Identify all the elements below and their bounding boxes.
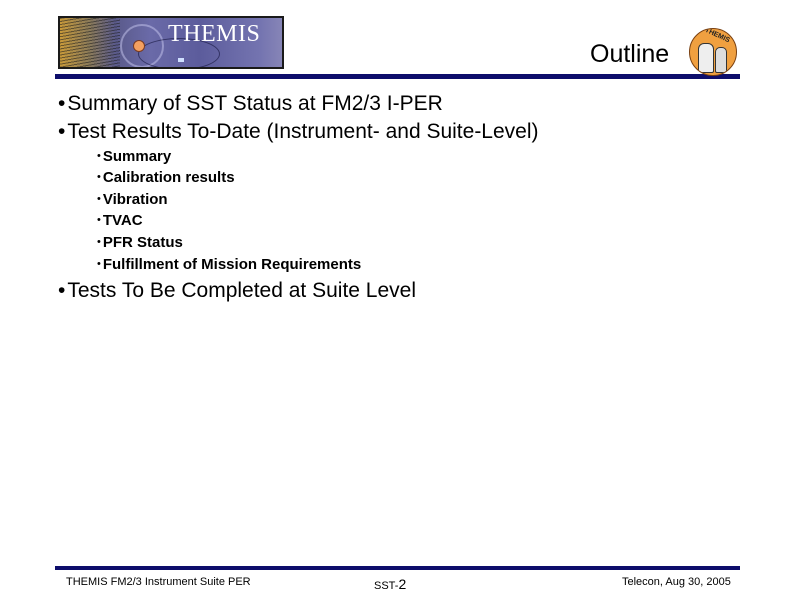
sub-bullet-item: • TVAC <box>97 212 143 231</box>
sub-bullet-text: TVAC <box>102 212 143 229</box>
themis-mission-logo-icon: THEMIS <box>689 28 737 76</box>
bullet-icon: • <box>58 120 66 143</box>
bullet-item: •Tests To Be Completed at Suite Level <box>58 279 416 303</box>
footer-presentation-title: THEMIS FM2/3 Instrument Suite PER <box>66 576 251 588</box>
bullet-icon: • <box>58 279 66 302</box>
sub-bullet-icon: • <box>97 150 101 162</box>
bullet-item: •Test Results To-Date (Instrument- and S… <box>58 120 539 144</box>
sub-bullet-text: Calibration results <box>102 169 235 186</box>
bullet-text: Summary of SST Status at FM2/3 I-PER <box>67 92 443 115</box>
footer-page-number: SST-2 <box>374 576 406 592</box>
sub-bullet-item: • Fulfillment of Mission Requirements <box>97 256 361 275</box>
page-number: 2 <box>398 576 407 592</box>
themis-banner-logo: THEMIS <box>58 16 284 69</box>
slide-title: Outline <box>590 40 670 68</box>
footer-divider <box>55 566 740 570</box>
sub-bullet-text: Fulfillment of Mission Requirements <box>102 256 362 273</box>
sub-bullet-icon: • <box>97 214 101 226</box>
sub-bullet-icon: • <box>97 236 101 248</box>
logo-figure-left <box>698 43 714 73</box>
logo-figure-right <box>715 47 727 73</box>
sub-bullet-icon: • <box>97 258 101 270</box>
sub-bullet-item: • Calibration results <box>97 169 235 188</box>
sub-bullet-text: Summary <box>102 148 172 165</box>
bullet-icon: • <box>58 92 66 115</box>
banner-title: THEMIS <box>168 21 261 47</box>
sub-bullet-text: Vibration <box>102 191 168 208</box>
earth-icon <box>133 40 145 52</box>
header-divider <box>55 74 740 79</box>
sub-bullet-icon: • <box>97 171 101 183</box>
sub-bullet-item: • PFR Status <box>97 234 183 253</box>
page-prefix: SST- <box>374 580 399 592</box>
sub-bullet-icon: • <box>97 193 101 205</box>
bullet-item: •Summary of SST Status at FM2/3 I-PER <box>58 92 443 116</box>
field-lines-graphic <box>60 18 120 67</box>
bullet-text: Test Results To-Date (Instrument- and Su… <box>67 120 539 143</box>
satellite-icon <box>178 58 184 62</box>
sub-bullet-item: • Vibration <box>97 191 168 210</box>
footer-date: Telecon, Aug 30, 2005 <box>622 576 731 588</box>
logo-text: THEMIS <box>703 28 731 45</box>
sub-bullet-text: PFR Status <box>102 234 183 251</box>
bullet-text: Tests To Be Completed at Suite Level <box>67 279 417 302</box>
sub-bullet-item: • Summary <box>97 148 171 167</box>
